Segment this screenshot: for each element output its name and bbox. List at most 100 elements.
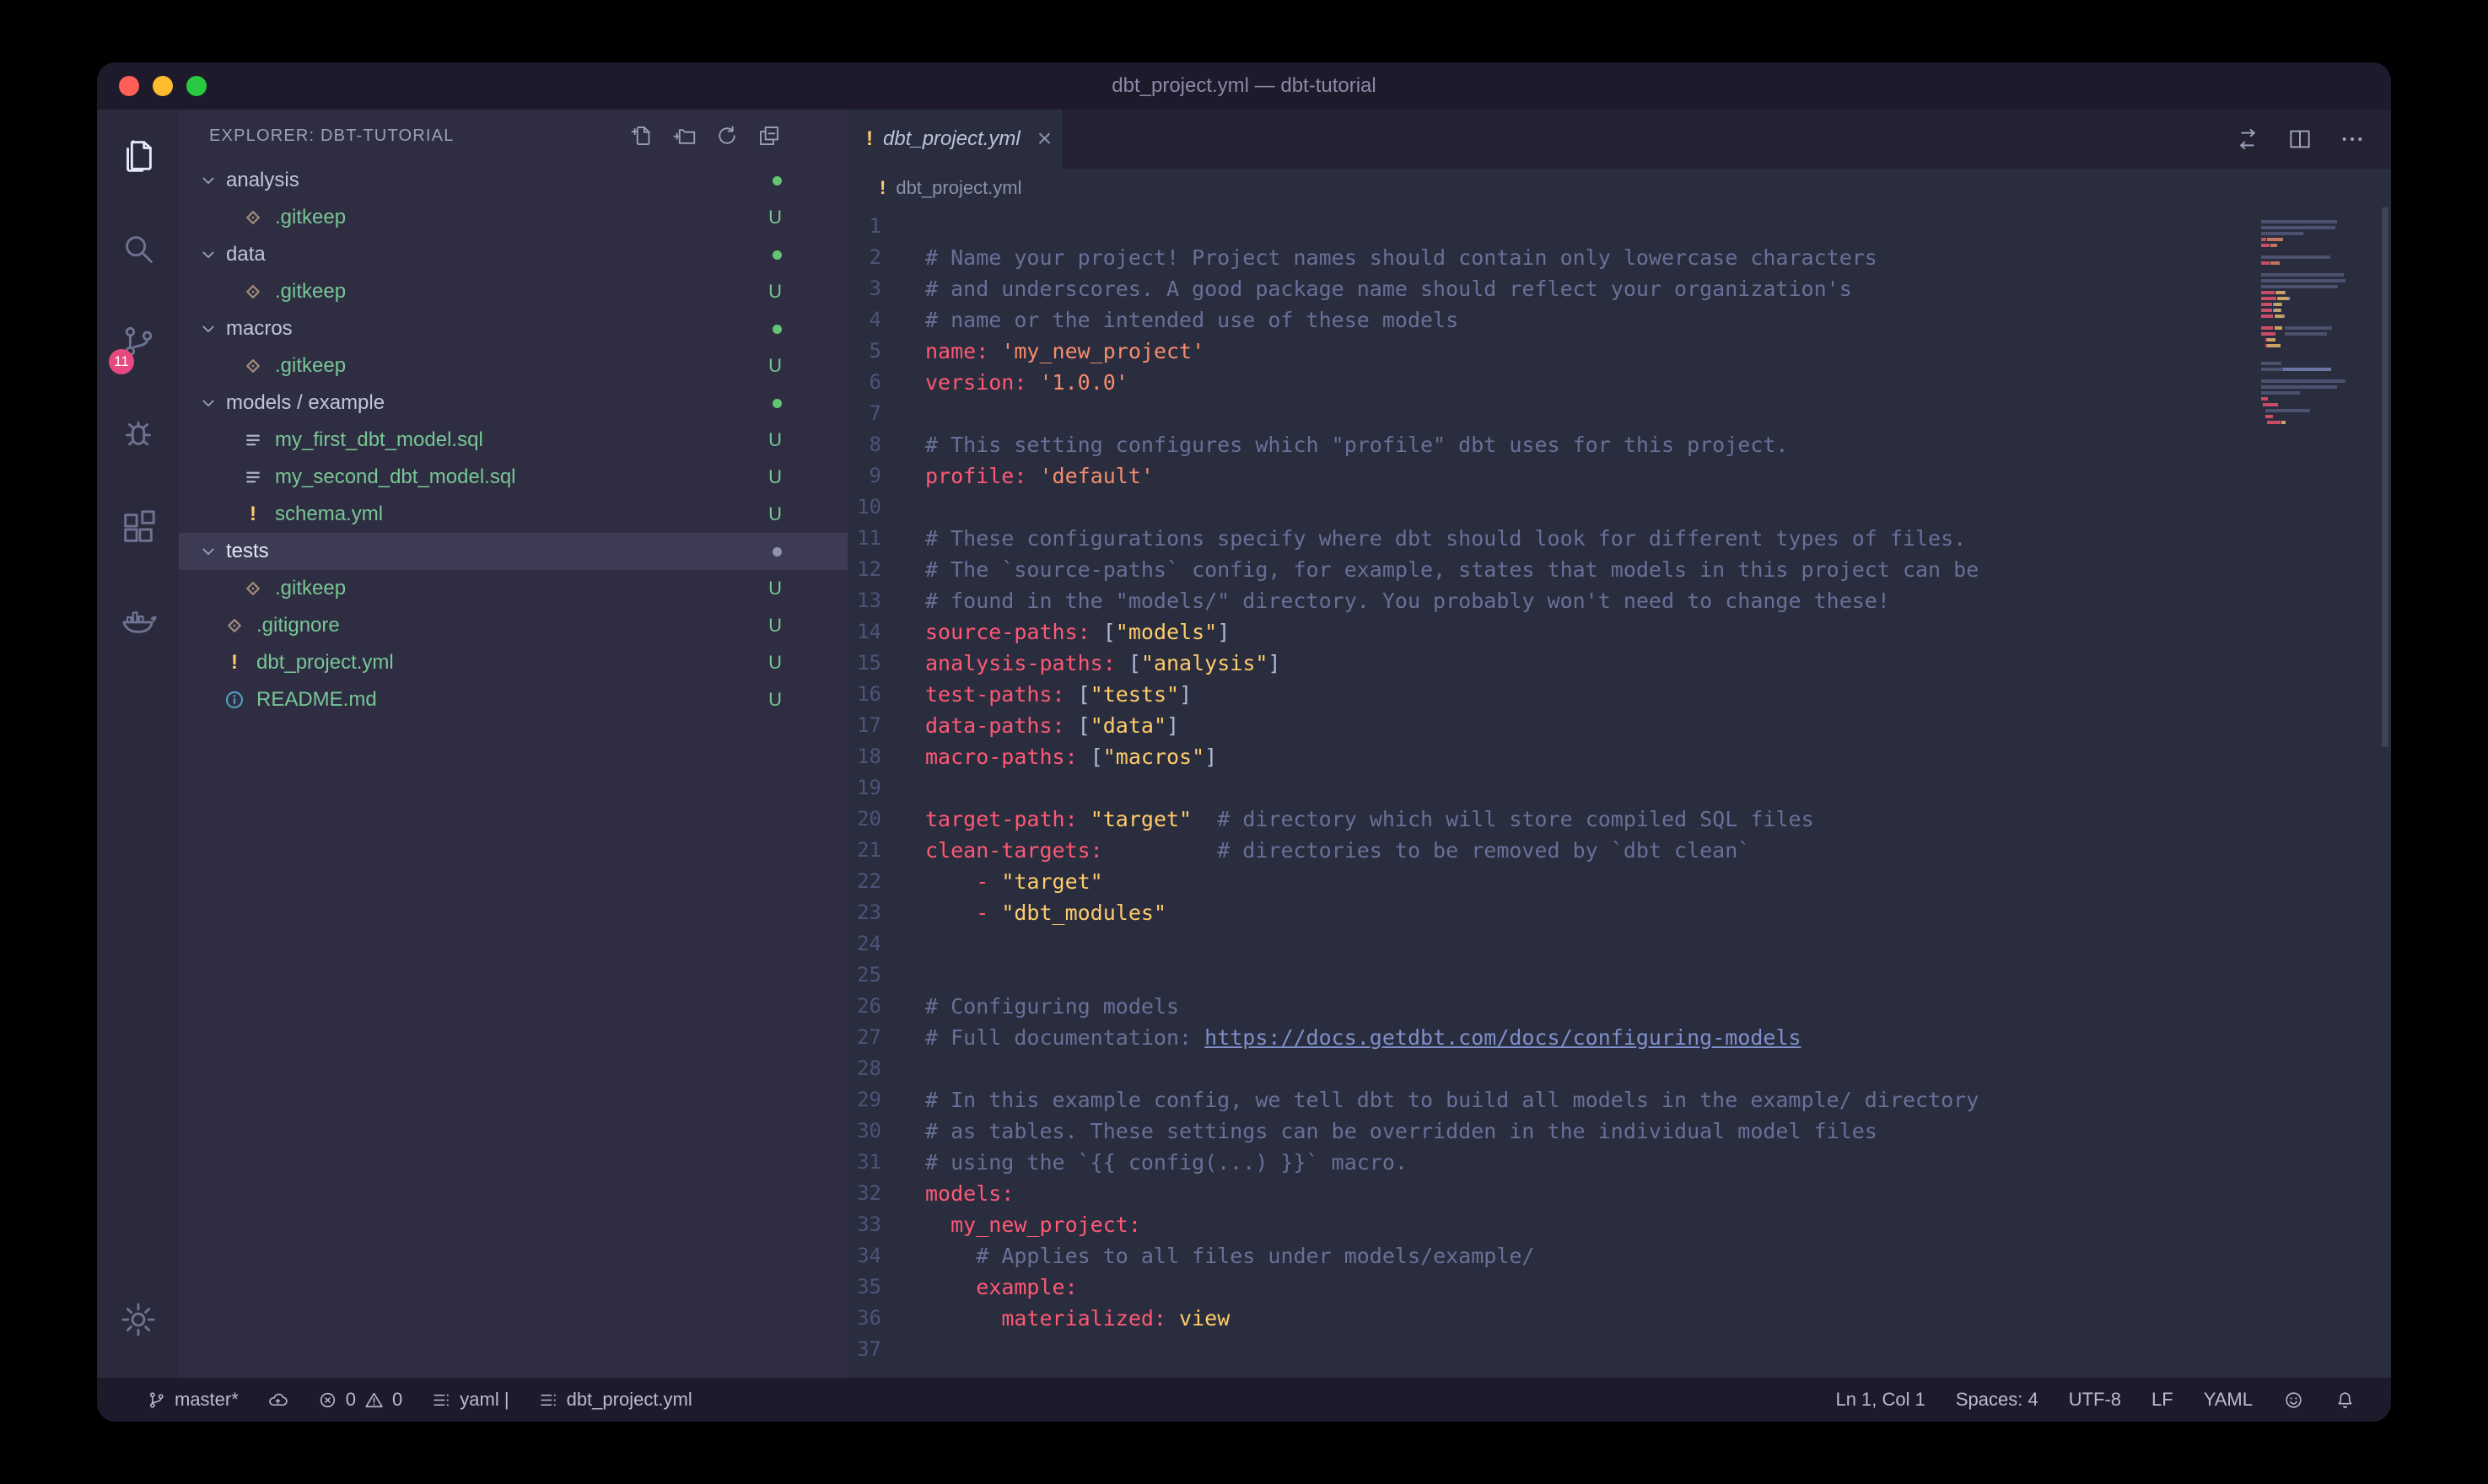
activity-explorer[interactable]: [97, 110, 179, 202]
code-line-29[interactable]: 29# In this example config, we tell dbt …: [848, 1084, 2391, 1116]
status-yaml-file[interactable]: dbt_project.yml: [538, 1389, 692, 1411]
folder-tests[interactable]: tests: [179, 533, 848, 570]
code-line-28[interactable]: 28: [848, 1053, 2391, 1084]
status-cursor-position[interactable]: Ln 1, Col 1: [1835, 1389, 1925, 1411]
collapse-all-icon: [757, 123, 782, 148]
code-line-9[interactable]: 9profile: 'default': [848, 460, 2391, 492]
code-line-37[interactable]: 37: [848, 1334, 2391, 1365]
code-line-22[interactable]: 22 - "target": [848, 866, 2391, 897]
code-line-25[interactable]: 25: [848, 960, 2391, 991]
file-gitkeep[interactable]: .gitkeepU: [179, 347, 848, 384]
code-line-30[interactable]: 30# as tables. These settings can be ove…: [848, 1116, 2391, 1147]
activity-extensions[interactable]: [97, 481, 179, 573]
activity-debug[interactable]: [97, 388, 179, 481]
code-line-11[interactable]: 11# These configurations specify where d…: [848, 523, 2391, 554]
code-line-3[interactable]: 3# and underscores. A good package name …: [848, 273, 2391, 304]
tab-bar: ! dbt_project.yml ×: [848, 110, 2391, 169]
collapse-all-button[interactable]: [757, 123, 782, 148]
line-number: 27: [848, 1022, 881, 1053]
code-line-31[interactable]: 31# using the `{{ config(...) }}` macro.: [848, 1147, 2391, 1178]
code-line-8[interactable]: 8# This setting configures which "profil…: [848, 429, 2391, 460]
editor-scrollbar[interactable]: [2379, 207, 2391, 1378]
folder-data[interactable]: data: [179, 236, 848, 273]
file-gitignore[interactable]: .gitignoreU: [179, 607, 848, 644]
code-line-10[interactable]: 10: [848, 492, 2391, 523]
activity-settings[interactable]: [97, 1273, 179, 1366]
code-line-27[interactable]: 27# Full documentation: https://docs.get…: [848, 1022, 2391, 1053]
code-line-5[interactable]: 5name: 'my_new_project': [848, 336, 2391, 367]
more-actions-button[interactable]: [2339, 126, 2366, 153]
code-line-35[interactable]: 35 example:: [848, 1272, 2391, 1303]
activity-source-control[interactable]: 11: [97, 295, 179, 388]
folder-models-example[interactable]: models / example: [179, 384, 848, 422]
code-text: # found in the "models/" directory. You …: [881, 585, 1890, 616]
refresh-button[interactable]: [714, 123, 740, 148]
file-gitkeep[interactable]: .gitkeepU: [179, 273, 848, 310]
scrollbar-thumb[interactable]: [2382, 207, 2388, 747]
status-encoding[interactable]: UTF-8: [2069, 1389, 2121, 1411]
code-line-13[interactable]: 13# found in the "models/" directory. Yo…: [848, 585, 2391, 616]
code-line-19[interactable]: 19: [848, 772, 2391, 804]
code-line-2[interactable]: 2# Name your project! Project names shou…: [848, 242, 2391, 273]
status-branch-status[interactable]: master*: [146, 1389, 239, 1411]
status-yaml-schema[interactable]: yaml |: [431, 1389, 509, 1411]
new-folder-button[interactable]: [672, 123, 697, 148]
code-line-7[interactable]: 7: [848, 398, 2391, 429]
code-editor[interactable]: 12# Name your project! Project names sho…: [848, 207, 2391, 1378]
close-tab-icon[interactable]: ×: [1037, 126, 1053, 152]
code-line-12[interactable]: 12# The `source-paths` config, for examp…: [848, 554, 2391, 585]
status-notifications[interactable]: [2335, 1390, 2356, 1411]
code-line-23[interactable]: 23 - "dbt_modules": [848, 897, 2391, 928]
line-number: 5: [848, 336, 881, 367]
folder-macros[interactable]: macros: [179, 310, 848, 347]
code-line-6[interactable]: 6version: '1.0.0': [848, 367, 2391, 398]
status-sync-status[interactable]: [267, 1390, 288, 1411]
close-window-button[interactable]: [119, 76, 139, 96]
file-schema-yml[interactable]: !schema.ymlU: [179, 496, 848, 533]
split-editor-button[interactable]: [2286, 126, 2313, 153]
code-line-26[interactable]: 26# Configuring models: [848, 991, 2391, 1022]
file-my-first-dbt-model-sql[interactable]: my_first_dbt_model.sqlU: [179, 422, 848, 459]
status-indentation[interactable]: Spaces: 4: [1956, 1389, 2038, 1411]
new-file-button[interactable]: [630, 123, 655, 148]
code-line-18[interactable]: 18macro-paths: ["macros"]: [848, 741, 2391, 772]
code-line-33[interactable]: 33 my_new_project:: [848, 1209, 2391, 1240]
code-line-4[interactable]: 4# name or the intended use of these mod…: [848, 304, 2391, 336]
code-line-21[interactable]: 21clean-targets: # directories to be rem…: [848, 835, 2391, 866]
new-folder-icon: [672, 123, 697, 148]
code-line-14[interactable]: 14source-paths: ["models"]: [848, 616, 2391, 648]
status-language-mode[interactable]: YAML: [2204, 1389, 2253, 1411]
code-line-24[interactable]: 24: [848, 928, 2391, 960]
code-line-32[interactable]: 32models:: [848, 1178, 2391, 1209]
code-text: version: '1.0.0': [881, 367, 1128, 398]
status-eol[interactable]: LF: [2151, 1389, 2173, 1411]
open-changes-button[interactable]: [2234, 126, 2261, 153]
code-line-34[interactable]: 34 # Applies to all files under models/e…: [848, 1240, 2391, 1272]
activity-docker[interactable]: [97, 573, 179, 666]
tree-label: tests: [226, 540, 269, 563]
git-icon: [241, 578, 265, 599]
file-my-second-dbt-model-sql[interactable]: my_second_dbt_model.sqlU: [179, 459, 848, 496]
tab-dbt-project-yml[interactable]: ! dbt_project.yml ×: [848, 110, 1064, 169]
status-feedback[interactable]: [2283, 1390, 2304, 1411]
code-line-36[interactable]: 36 materialized: view: [848, 1303, 2391, 1334]
code-line-15[interactable]: 15analysis-paths: ["analysis"]: [848, 648, 2391, 679]
file-gitkeep[interactable]: .gitkeepU: [179, 199, 848, 236]
activity-search[interactable]: [97, 202, 179, 295]
chevron-down-icon: [197, 320, 219, 337]
code-line-20[interactable]: 20target-path: "target" # directory whic…: [848, 804, 2391, 835]
code-line-16[interactable]: 16test-paths: ["tests"]: [848, 679, 2391, 710]
zoom-window-button[interactable]: [186, 76, 207, 96]
breadcrumb-item-file[interactable]: dbt_project.yml: [896, 177, 1021, 199]
breadcrumb[interactable]: ! dbt_project.yml: [848, 169, 2391, 207]
folder-analysis[interactable]: analysis: [179, 162, 848, 199]
file-dbt-project-yml[interactable]: !dbt_project.ymlU: [179, 644, 848, 681]
code-line-1[interactable]: 1: [848, 211, 2391, 242]
code-line-17[interactable]: 17data-paths: ["data"]: [848, 710, 2391, 741]
status-problems[interactable]: 00: [317, 1389, 403, 1411]
line-number: 19: [848, 772, 881, 804]
file-gitkeep[interactable]: .gitkeepU: [179, 570, 848, 607]
file-readme-md[interactable]: README.mdU: [179, 681, 848, 718]
minimap[interactable]: [2261, 214, 2369, 433]
minimize-window-button[interactable]: [153, 76, 173, 96]
